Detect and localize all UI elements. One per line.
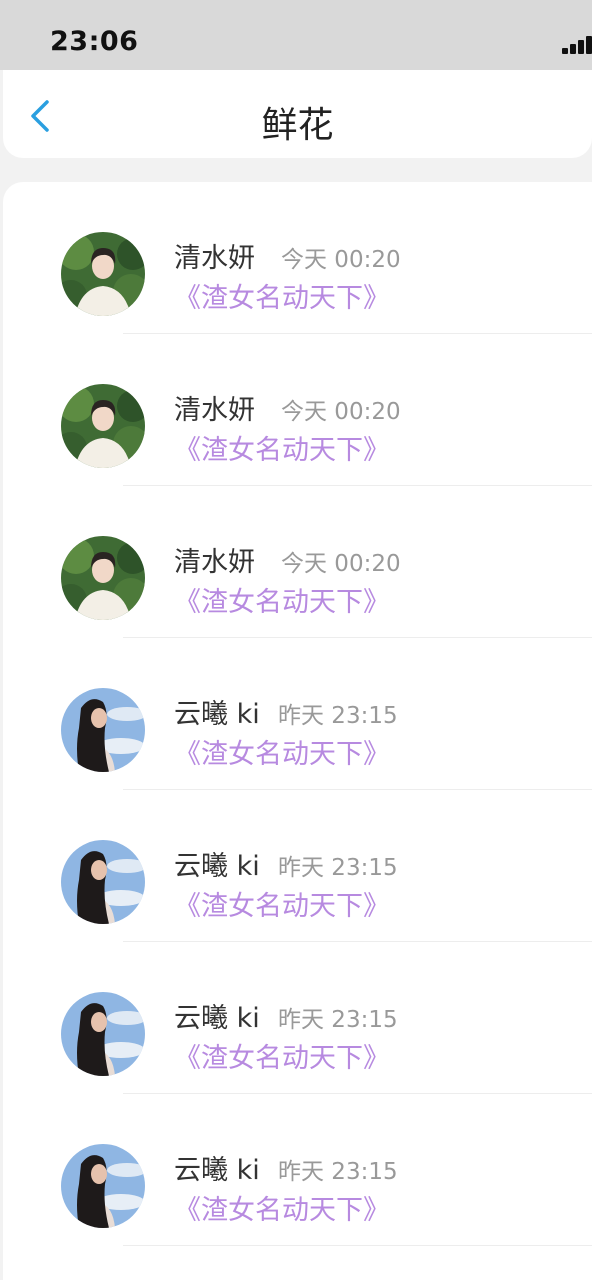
list-item[interactable]: 云曦 ki 昨天 23:15 《渣女名动天下》 — [3, 1094, 592, 1246]
timestamp: 今天 00:20 — [281, 247, 401, 273]
user-name: 清水妍 — [174, 547, 255, 578]
flower-list: 清水妍 今天 00:20 《渣女名动天下》 清水妍 今天 00:20 《渣女名动… — [3, 182, 592, 1280]
user-name: 云曦 ki — [174, 1155, 260, 1186]
timestamp: 昨天 23:15 — [278, 703, 398, 729]
nav-bar: 鲜花 — [3, 70, 592, 158]
woman-sky-avatar — [61, 1144, 145, 1228]
status-time: 23:06 — [50, 26, 139, 57]
book-title: 《渣女名动天下》 — [174, 587, 390, 618]
list-item[interactable]: 云曦 ki 昨天 23:15 《渣女名动天下》 — [3, 638, 592, 790]
list-item[interactable]: 云曦 ki 昨天 23:15 《渣女名动天下》 — [3, 942, 592, 1094]
book-title: 《渣女名动天下》 — [174, 1043, 390, 1074]
list-item[interactable]: 清水妍 今天 00:20 《渣女名动天下》 — [3, 486, 592, 638]
list-item[interactable]: 清水妍 今天 00:20 《渣女名动天下》 — [3, 182, 592, 334]
book-title: 《渣女名动天下》 — [174, 739, 390, 770]
user-name: 云曦 ki — [174, 699, 260, 730]
timestamp: 昨天 23:15 — [278, 1159, 398, 1185]
book-title: 《渣女名动天下》 — [174, 435, 390, 466]
timestamp: 昨天 23:15 — [278, 855, 398, 881]
user-name: 云曦 ki — [174, 1003, 260, 1034]
page-title: 鲜花 — [261, 105, 334, 146]
timestamp: 今天 00:20 — [281, 551, 401, 577]
list-item[interactable]: 清水妍 今天 00:20 《渣女名动天下》 — [3, 334, 592, 486]
status-bar: 23:06 — [0, 0, 592, 70]
user-name: 清水妍 — [174, 243, 255, 274]
timestamp: 今天 00:20 — [281, 399, 401, 425]
divider — [123, 1245, 592, 1246]
young-man-avatar — [61, 384, 145, 468]
signal-icon — [562, 34, 592, 54]
woman-sky-avatar — [61, 992, 145, 1076]
book-title: 《渣女名动天下》 — [174, 1195, 390, 1226]
timestamp: 昨天 23:15 — [278, 1007, 398, 1033]
woman-sky-avatar — [61, 840, 145, 924]
young-man-avatar — [61, 536, 145, 620]
user-name: 清水妍 — [174, 395, 255, 426]
book-title: 《渣女名动天下》 — [174, 891, 390, 922]
book-title: 《渣女名动天下》 — [174, 283, 390, 314]
list-item[interactable]: 云曦 ki 昨天 23:15 《渣女名动天下》 — [3, 790, 592, 942]
young-man-avatar — [61, 232, 145, 316]
user-name: 云曦 ki — [174, 851, 260, 882]
woman-sky-avatar — [61, 688, 145, 772]
